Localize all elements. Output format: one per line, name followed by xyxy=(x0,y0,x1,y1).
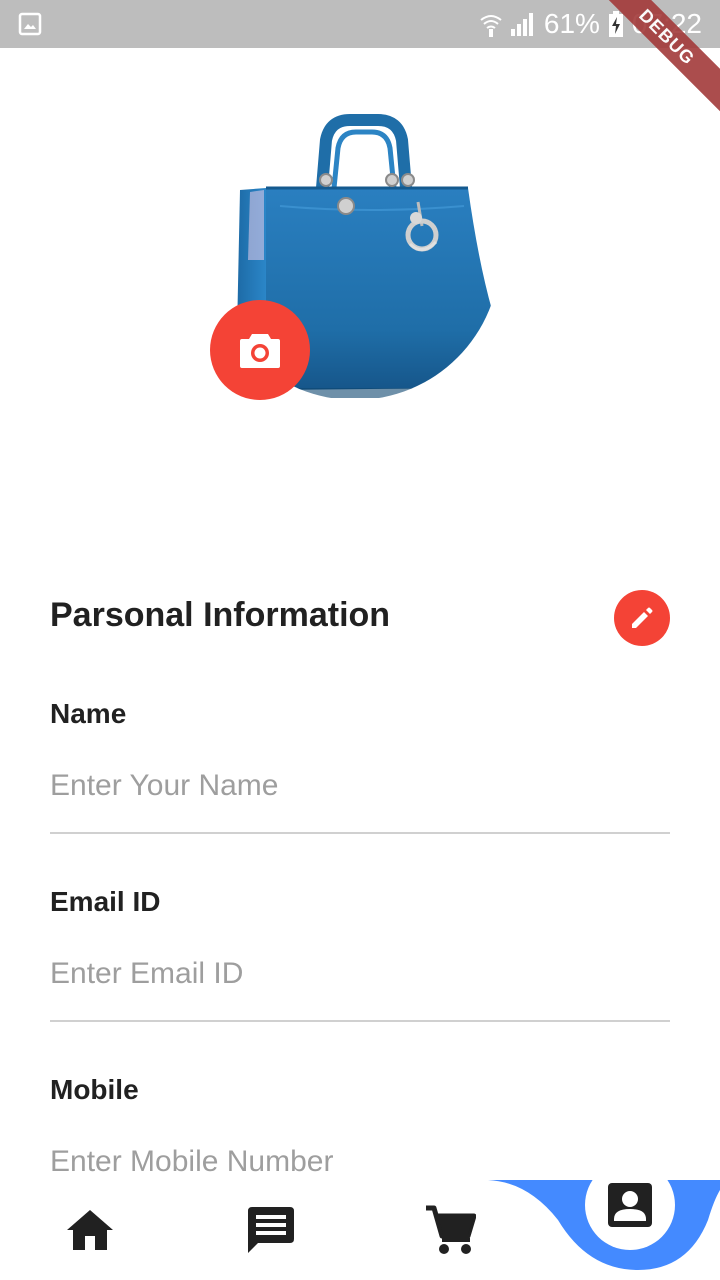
nav-messages[interactable] xyxy=(240,1200,300,1260)
cart-icon xyxy=(426,1205,476,1254)
profile-image-section xyxy=(210,110,500,400)
change-photo-button[interactable] xyxy=(210,300,310,400)
bottom-navigation xyxy=(0,1160,720,1280)
status-bar: 61% 07:22 xyxy=(0,0,720,48)
camera-icon xyxy=(240,334,280,368)
edit-button[interactable] xyxy=(614,590,670,646)
mobile-label: Mobile xyxy=(50,1074,139,1105)
name-input[interactable] xyxy=(50,758,670,814)
section-title: Parsonal Information xyxy=(50,596,391,634)
nav-profile[interactable] xyxy=(585,1160,675,1250)
email-underline xyxy=(50,1020,670,1022)
pencil-icon xyxy=(632,607,653,628)
nav-cart[interactable] xyxy=(420,1200,480,1260)
name-label: Name xyxy=(50,698,127,729)
chat-icon xyxy=(248,1207,294,1253)
battery-percent: 61% xyxy=(543,8,600,39)
email-label: Email ID xyxy=(50,886,161,917)
name-underline xyxy=(50,832,670,834)
wifi-icon xyxy=(480,15,502,37)
image-notification-icon xyxy=(18,12,42,36)
battery-charging-icon xyxy=(608,11,623,37)
account-box-icon xyxy=(608,1183,652,1227)
signal-icon xyxy=(510,13,533,36)
email-input[interactable] xyxy=(50,946,670,1002)
home-icon xyxy=(67,1210,113,1250)
nav-home[interactable] xyxy=(60,1200,120,1260)
